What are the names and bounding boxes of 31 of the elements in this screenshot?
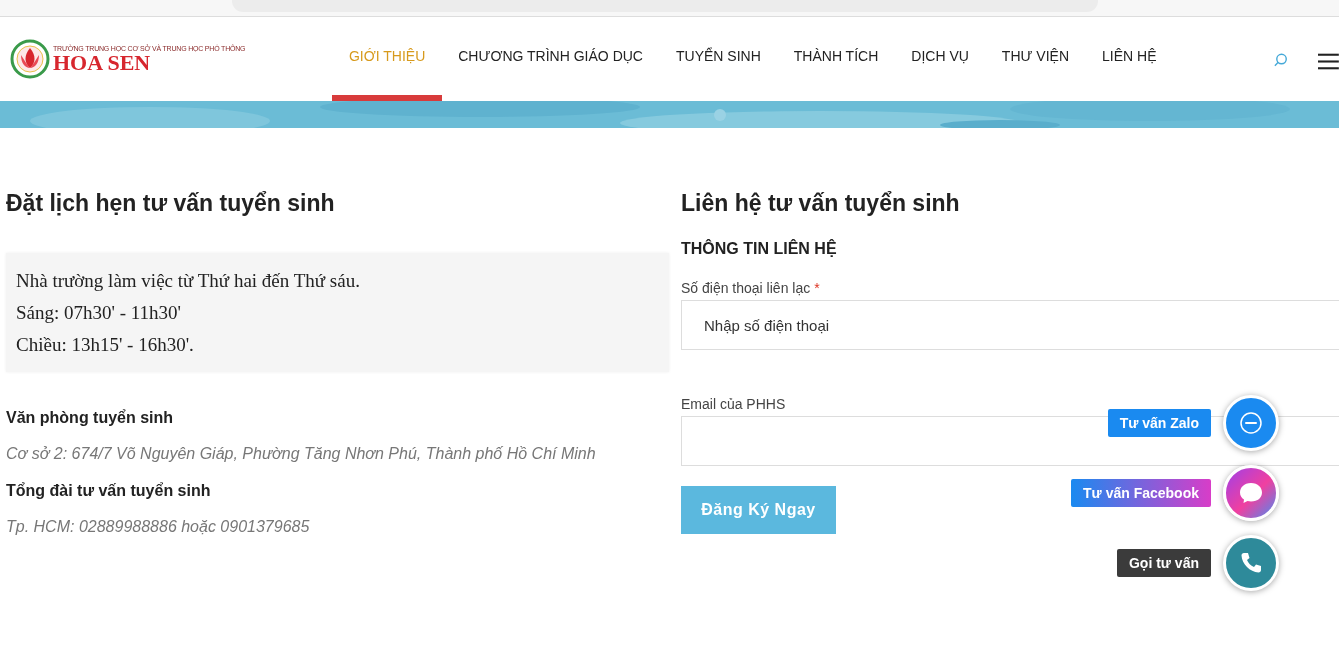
lotus-logo-icon: [10, 39, 50, 79]
nav-link[interactable]: DỊCH VỤ: [894, 17, 986, 101]
form-title: Liên hệ tư vấn tuyển sinh: [681, 189, 961, 218]
field-label: Email của PHHS: [681, 396, 786, 412]
nav-link[interactable]: LIÊN HỆ: [1085, 17, 1173, 101]
contact-button[interactable]: [1223, 395, 1279, 451]
info-heading: Tổng đài tư vấn tuyển sinh: [6, 482, 212, 500]
contact-label[interactable]: Tư vấn Facebook: [1071, 479, 1211, 507]
contact-label[interactable]: Gọi tư vấn: [1116, 549, 1211, 577]
nav-link[interactable]: CHƯƠNG TRÌNH GIÁO DỤC: [441, 17, 660, 101]
info-heading: Văn phòng tuyển sinh: [6, 409, 175, 427]
contact-button[interactable]: [1223, 465, 1279, 521]
required-mark: *: [814, 280, 820, 296]
field-label: Số điện thoại liên lạc: [681, 280, 811, 296]
nav-link[interactable]: TUYỂN SINH: [659, 17, 778, 101]
search-icon[interactable]: [1273, 52, 1289, 68]
section-title: Đặt lịch hẹn tư vấn tuyển sinh: [6, 189, 336, 218]
hours-text: Nhà trường làm việc từ Thứ hai đến Thứ sáu.: [16, 269, 361, 293]
info-text: Tp. HCM: 02889988886 hoặc 0901379685: [6, 518, 311, 536]
hours-text: Sáng: 07h30' - 11h30': [16, 301, 182, 325]
hours-text: Chiều: 13h15' - 16h30'.: [16, 333, 195, 357]
contact-button[interactable]: [1223, 535, 1279, 591]
contact-label[interactable]: Tư vấn Zalo: [1107, 409, 1211, 437]
form-subtitle: THÔNG TIN LIÊN HỆ: [681, 240, 838, 258]
input-field[interactable]: [681, 416, 1339, 466]
info-text: Cơ sở 2: 674/7 Võ Nguyên Giáp, Phường Tăng Nhơn Phú, Thành phố Hồ Chí Minh: [6, 445, 597, 463]
logo-name: HOA SEN: [53, 51, 152, 74]
nav-link[interactable]: THÀNH TÍCH: [777, 17, 895, 101]
nav-link[interactable]: THƯ VIỆN: [985, 17, 1086, 101]
input-field[interactable]: Nhập số điện thoại: [681, 300, 1339, 350]
menu-icon[interactable]: [1318, 53, 1339, 70]
